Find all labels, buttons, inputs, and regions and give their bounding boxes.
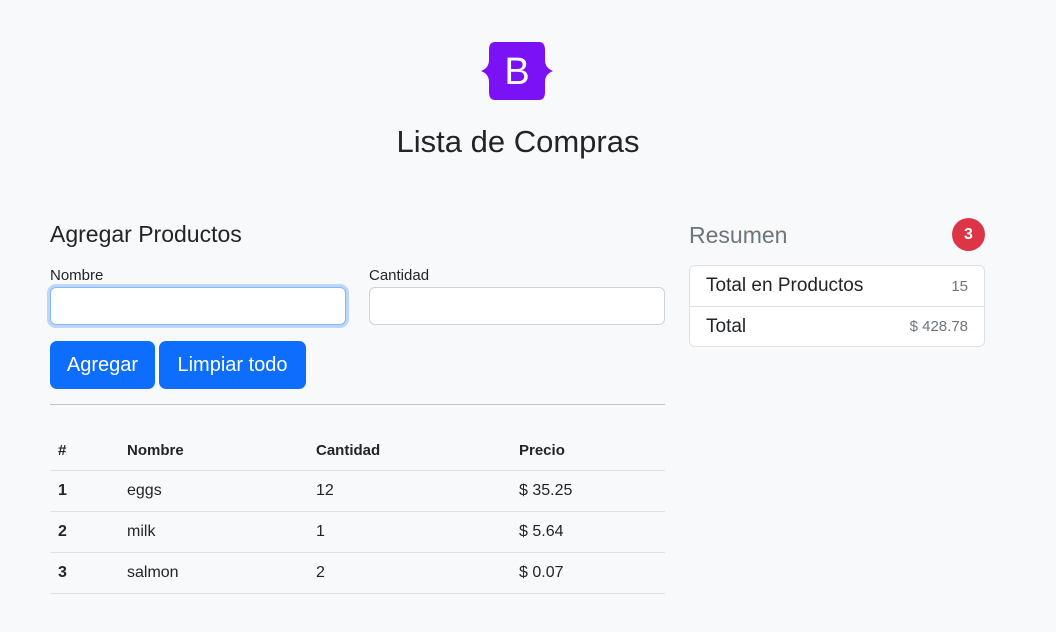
row-index: 2 — [50, 511, 119, 553]
summary-panel: Resumen 3 Total en Productos 15 Total $ … — [689, 218, 985, 347]
row-quantity: 2 — [308, 552, 511, 594]
clear-all-button[interactable]: Limpiar todo — [159, 341, 306, 389]
summary-value: 15 — [951, 277, 968, 295]
summary-list: Total en Productos 15 Total $ 428.78 — [689, 265, 985, 347]
row-index: 1 — [50, 470, 119, 512]
row-name: salmon — [119, 552, 308, 594]
divider — [50, 404, 665, 405]
row-index: 3 — [50, 552, 119, 594]
summary-item-total-products: Total en Productos 15 — [690, 266, 984, 306]
product-form: Nombre Cantidad — [50, 266, 665, 326]
row-price: $ 35.25 — [511, 470, 665, 512]
name-input[interactable] — [50, 287, 346, 325]
header-quantity: Cantidad — [308, 430, 511, 471]
page: B Lista de Compras Agregar Productos Nom… — [0, 0, 1056, 632]
add-products-panel: Agregar Productos Nombre Cantidad Agrega… — [50, 218, 665, 594]
header-name: Nombre — [119, 430, 308, 471]
summary-label: Total en Productos — [706, 275, 864, 296]
row-name: milk — [119, 511, 308, 553]
summary-value: $ 428.78 — [909, 318, 968, 335]
add-button[interactable]: Agregar — [50, 341, 155, 389]
page-title: Lista de Compras — [396, 124, 640, 159]
products-table: # Nombre Cantidad Precio 1 eggs 12 $ 35.… — [50, 430, 665, 594]
quantity-input[interactable] — [369, 287, 665, 325]
row-price: $ 5.64 — [511, 511, 665, 553]
row-quantity: 1 — [308, 511, 511, 553]
table-header-row: # Nombre Cantidad Precio — [50, 430, 665, 471]
row-quantity: 12 — [308, 470, 511, 512]
name-form-group: Nombre — [50, 266, 346, 325]
table-row: 3 salmon 2 $ 0.07 — [50, 552, 665, 594]
header-index: # — [50, 430, 119, 471]
bootstrap-logo-icon: B — [481, 42, 553, 100]
summary-item-total: Total $ 428.78 — [690, 306, 984, 346]
summary-label: Total — [706, 315, 747, 337]
name-label: Nombre — [50, 267, 104, 284]
quantity-label: Cantidad — [369, 267, 430, 284]
row-name: eggs — [119, 470, 308, 512]
summary-title: Resumen — [689, 222, 788, 248]
section-title: Agregar Productos — [50, 221, 242, 247]
item-count-badge: 3 — [952, 218, 985, 251]
quantity-form-group: Cantidad — [369, 266, 665, 325]
header-price: Precio — [511, 430, 665, 471]
logo-letter: B — [504, 51, 529, 93]
table-row: 2 milk 1 $ 5.64 — [50, 511, 665, 553]
row-price: $ 0.07 — [511, 552, 665, 594]
table-row: 1 eggs 12 $ 35.25 — [50, 470, 665, 512]
